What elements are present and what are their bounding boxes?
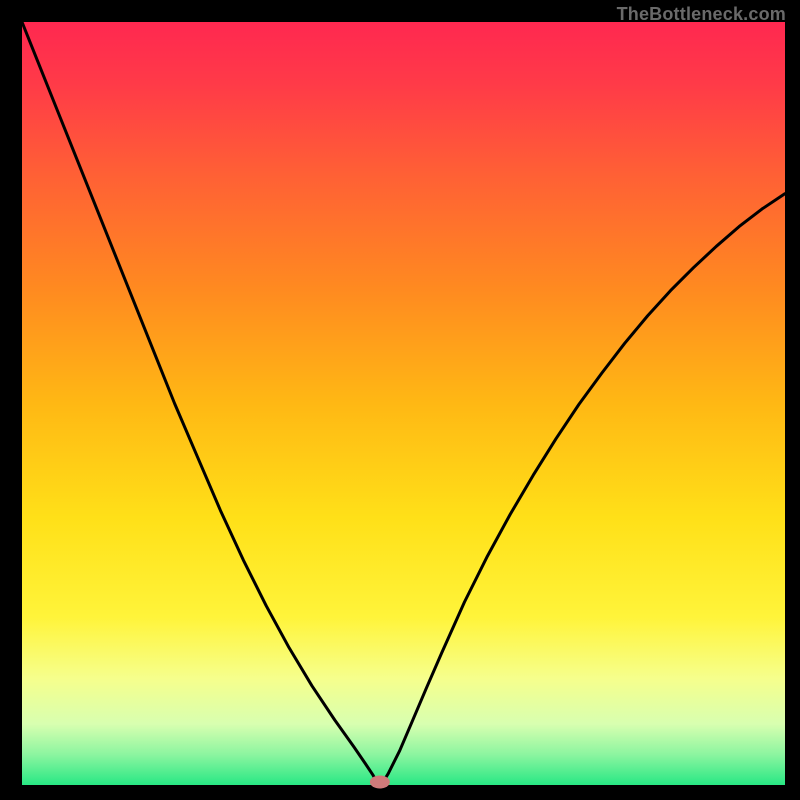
chart-frame: TheBottleneck.com (0, 0, 800, 800)
bottleneck-chart (0, 0, 800, 800)
gradient-background (22, 22, 785, 785)
optimal-point-marker (370, 776, 390, 789)
watermark-text: TheBottleneck.com (617, 4, 786, 25)
